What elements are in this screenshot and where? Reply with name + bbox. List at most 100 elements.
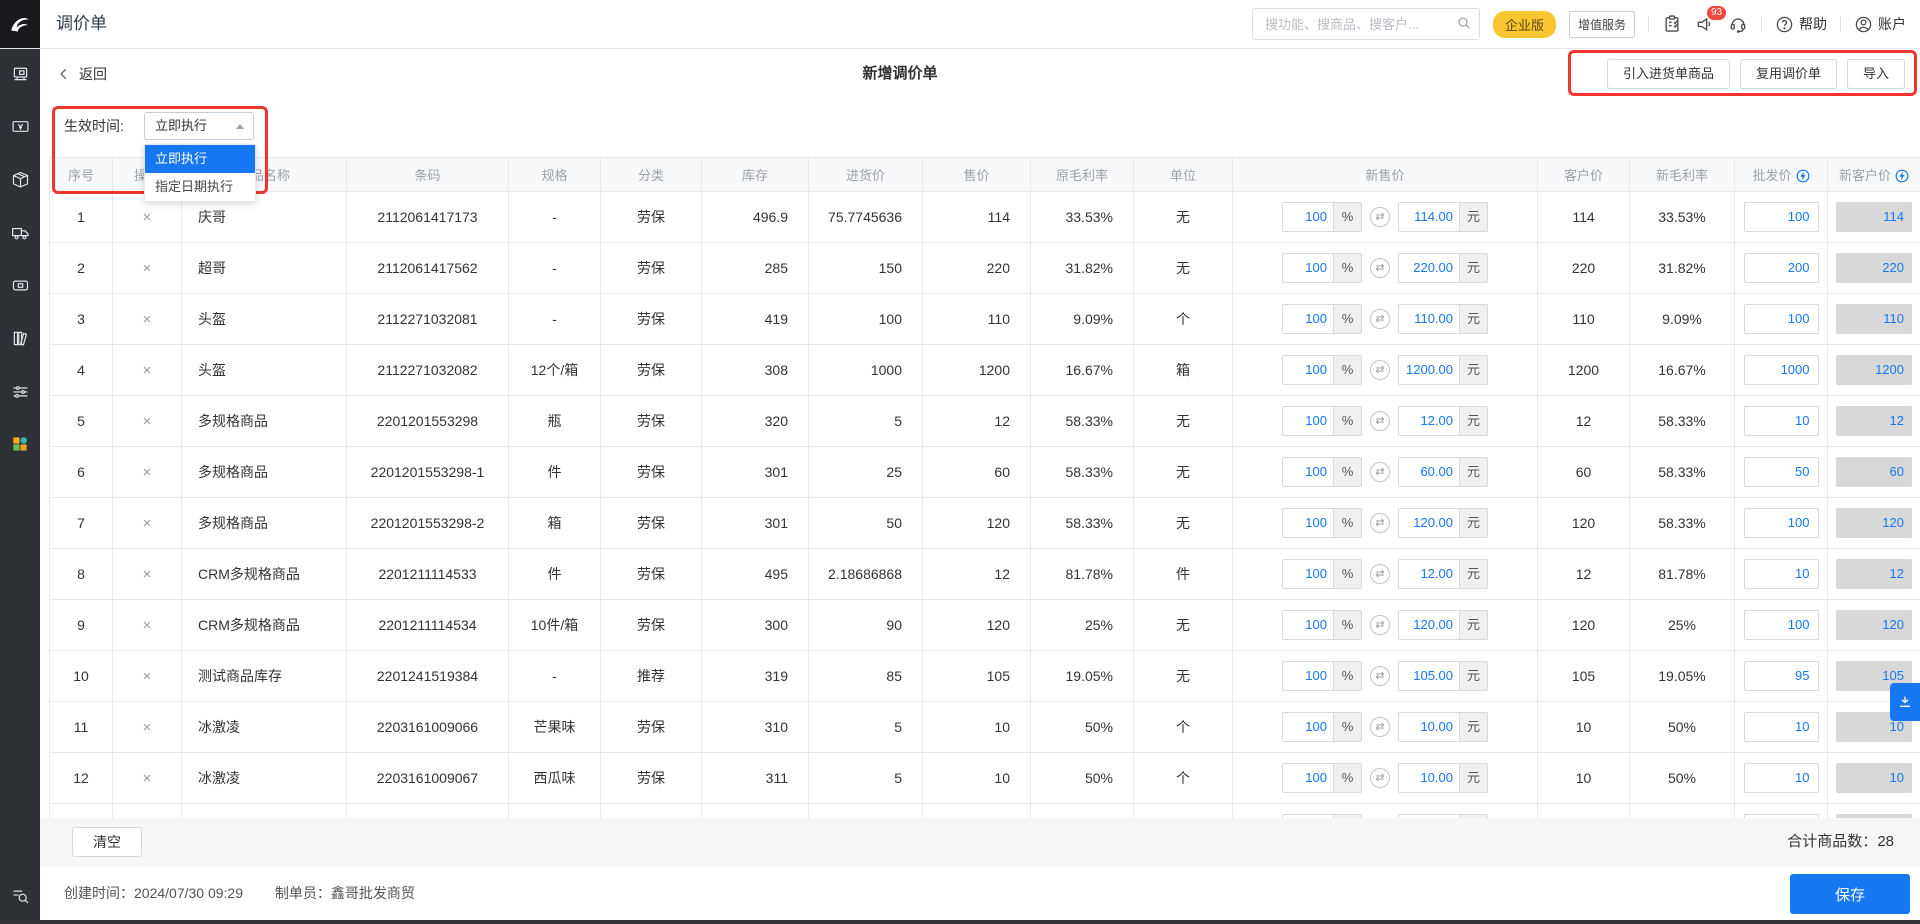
new-price-percent-input[interactable]: 100 — [1282, 559, 1334, 589]
new-price-yuan-input[interactable]: 12.00 — [1398, 559, 1460, 589]
headset-icon[interactable] — [1728, 14, 1748, 34]
percent-yuan-swap-toggle[interactable]: ⇄ — [1370, 207, 1390, 227]
import-button[interactable]: 导入 — [1846, 59, 1905, 89]
new-price-yuan-input[interactable]: 120.00 — [1398, 508, 1460, 538]
remove-row-button[interactable]: × — [113, 209, 181, 226]
dropdown-option-immediate[interactable]: 立即执行 — [145, 145, 255, 173]
remove-row-button[interactable]: × — [113, 770, 181, 787]
wholesale-price-input[interactable]: 10 — [1743, 763, 1819, 793]
new-price-percent-input[interactable]: 100 — [1282, 508, 1334, 538]
new-customer-price-input[interactable]: 110 — [1836, 304, 1912, 334]
remove-row-button[interactable]: × — [113, 464, 181, 481]
new-price-yuan-input[interactable]: 105.00 — [1398, 661, 1460, 691]
percent-yuan-swap-toggle[interactable]: ⇄ — [1370, 768, 1390, 788]
new-customer-price-input[interactable]: 120 — [1836, 508, 1912, 538]
import-purchase-order-items-button[interactable]: 引入进货单商品 — [1606, 59, 1730, 89]
new-customer-price-input[interactable]: 220 — [1836, 253, 1912, 283]
new-price-percent-input[interactable]: 100 — [1282, 355, 1334, 385]
truck-icon[interactable] — [9, 221, 31, 243]
new-price-yuan-input[interactable]: 60.00 — [1398, 457, 1460, 487]
new-price-percent-input[interactable]: 100 — [1282, 457, 1334, 487]
search-input[interactable] — [1262, 10, 1443, 38]
new-price-percent-input[interactable]: 100 — [1282, 406, 1334, 436]
new-price-percent-input[interactable]: 100 — [1282, 763, 1334, 793]
new-customer-price-input[interactable]: 114 — [1836, 202, 1912, 232]
new-price-yuan-input[interactable]: 10.00 — [1398, 712, 1460, 742]
percent-yuan-swap-toggle[interactable]: ⇄ — [1370, 513, 1390, 533]
wholesale-price-input[interactable]: 95 — [1743, 661, 1819, 691]
pos-register-icon[interactable] — [9, 62, 31, 84]
remove-row-button[interactable]: × — [113, 668, 181, 685]
app-logo[interactable] — [0, 0, 40, 48]
wholesale-price-input[interactable]: 200 — [1743, 253, 1819, 283]
new-price-percent-input[interactable]: 100 — [1282, 304, 1334, 334]
new-price-yuan-input[interactable]: 110.00 — [1398, 304, 1460, 334]
ledger-books-icon[interactable] — [9, 327, 31, 349]
new-customer-price-input[interactable]: 10 — [1836, 763, 1912, 793]
new-price-percent-input[interactable]: 100 — [1282, 712, 1334, 742]
package-icon[interactable] — [9, 168, 31, 190]
edition-badge[interactable]: 企业版 — [1492, 10, 1556, 38]
reuse-price-adjustment-button[interactable]: 复用调价单 — [1739, 59, 1837, 89]
new-customer-price-input[interactable]: 1200 — [1836, 355, 1912, 385]
wholesale-price-input[interactable]: 10 — [1743, 559, 1819, 589]
wholesale-price-input[interactable]: 50 — [1743, 457, 1819, 487]
value-added-services-button[interactable]: 增值服务 — [1568, 10, 1635, 38]
dropdown-option-scheduled[interactable]: 指定日期执行 — [145, 173, 255, 201]
percent-yuan-swap-toggle[interactable]: ⇄ — [1370, 666, 1390, 686]
new-price-yuan-input[interactable]: 1200.00 — [1398, 355, 1460, 385]
account-menu[interactable]: 账户 — [1854, 14, 1906, 34]
back-button[interactable]: 返回 — [57, 49, 107, 98]
percent-yuan-swap-toggle[interactable]: ⇄ — [1370, 615, 1390, 635]
new-customer-price-input[interactable]: 120 — [1836, 610, 1912, 640]
remove-row-button[interactable]: × — [113, 311, 181, 328]
save-button[interactable]: 保存 — [1790, 874, 1910, 914]
new-price-yuan-input[interactable]: 220.00 — [1398, 253, 1460, 283]
remove-row-button[interactable]: × — [113, 719, 181, 736]
new-customer-price-input[interactable]: 12 — [1836, 559, 1912, 589]
remove-row-button[interactable]: × — [113, 413, 181, 430]
apps-grid-icon[interactable] — [9, 433, 31, 455]
new-price-yuan-input[interactable]: 12.00 — [1398, 406, 1460, 436]
new-price-percent-input[interactable]: 100 — [1282, 253, 1334, 283]
remove-row-button[interactable]: × — [113, 362, 181, 379]
export-download-button[interactable] — [1890, 683, 1920, 721]
remove-row-button[interactable]: × — [113, 566, 181, 583]
wholesale-price-input[interactable]: 100 — [1743, 508, 1819, 538]
clear-button[interactable]: 清空 — [72, 827, 142, 857]
clipboard-icon[interactable] — [1662, 14, 1682, 34]
global-search[interactable] — [1251, 8, 1480, 40]
card-reader-icon[interactable] — [9, 274, 31, 296]
wholesale-price-input[interactable]: 10 — [1743, 406, 1819, 436]
search-icon[interactable] — [1456, 15, 1472, 31]
wholesale-price-input[interactable]: 100 — [1743, 202, 1819, 232]
banknote-icon[interactable] — [9, 115, 31, 137]
remove-row-button[interactable]: × — [113, 515, 181, 532]
effective-time-select[interactable]: 立即执行 — [144, 112, 254, 140]
new-price-yuan-input[interactable]: 120.00 — [1398, 610, 1460, 640]
wholesale-price-input[interactable]: 1000 — [1743, 355, 1819, 385]
wholesale-price-input[interactable]: 100 — [1743, 304, 1819, 334]
wholesale-price-input[interactable]: 100 — [1743, 610, 1819, 640]
percent-yuan-swap-toggle[interactable]: ⇄ — [1370, 411, 1390, 431]
remove-row-button[interactable]: × — [113, 260, 181, 277]
sliders-icon[interactable] — [9, 380, 31, 402]
new-customer-price-input[interactable]: 12 — [1836, 406, 1912, 436]
megaphone-icon[interactable]: 93 — [1695, 6, 1727, 34]
percent-yuan-swap-toggle[interactable]: ⇄ — [1370, 360, 1390, 380]
list-search-icon[interactable] — [9, 884, 31, 906]
new-customer-price-input[interactable]: 60 — [1836, 457, 1912, 487]
help-menu[interactable]: 帮助 — [1775, 14, 1827, 34]
wholesale-price-input[interactable]: 10 — [1743, 712, 1819, 742]
percent-yuan-swap-toggle[interactable]: ⇄ — [1370, 462, 1390, 482]
new-price-percent-input[interactable]: 100 — [1282, 661, 1334, 691]
new-price-percent-input[interactable]: 100 — [1282, 610, 1334, 640]
remove-row-button[interactable]: × — [113, 617, 181, 634]
percent-yuan-swap-toggle[interactable]: ⇄ — [1370, 258, 1390, 278]
percent-yuan-swap-toggle[interactable]: ⇄ — [1370, 717, 1390, 737]
new-price-yuan-input[interactable]: 10.00 — [1398, 763, 1460, 793]
new-price-yuan-input[interactable]: 114.00 — [1398, 202, 1460, 232]
percent-yuan-swap-toggle[interactable]: ⇄ — [1370, 564, 1390, 584]
percent-yuan-swap-toggle[interactable]: ⇄ — [1370, 309, 1390, 329]
new-price-percent-input[interactable]: 100 — [1282, 202, 1334, 232]
